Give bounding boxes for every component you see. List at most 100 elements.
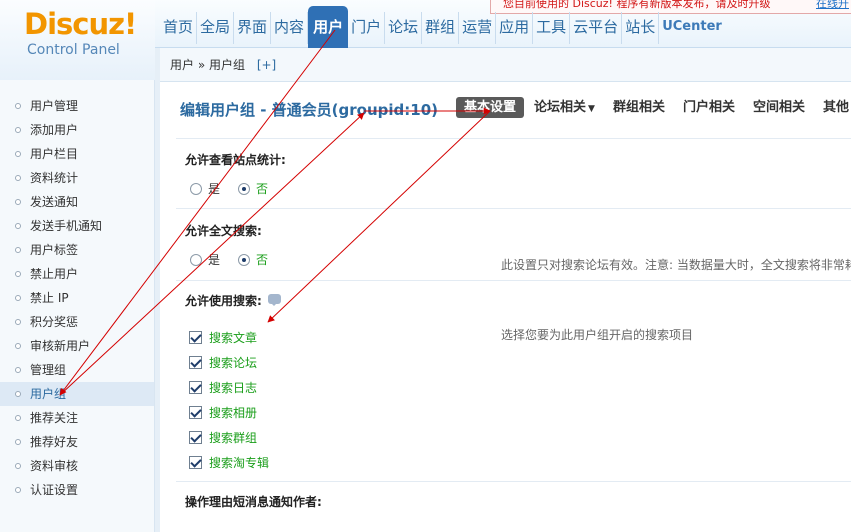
fulltext-yes-label[interactable]: 是 (208, 251, 220, 268)
sidebar-item-10[interactable]: 审核新用户 (0, 334, 154, 358)
sidebar-item-label: 资料审核 (30, 459, 79, 473)
sidebar-item-label: 禁止用户 (30, 267, 79, 281)
search-option-5: 搜索淘专辑 (189, 450, 269, 475)
sidebar-item-label: 发送通知 (30, 195, 79, 209)
section-divider (176, 138, 851, 139)
sidebar-item-4[interactable]: 发送通知 (0, 190, 154, 214)
tab-label: 基本设置 (464, 100, 517, 115)
search-option-3: 搜索相册 (189, 400, 269, 425)
sidebar-item-3[interactable]: 资料统计 (0, 166, 154, 190)
search-option-label[interactable]: 搜索日志 (209, 379, 257, 396)
sidebar-item-label: 用户标签 (30, 243, 79, 257)
search-option-0: 搜索文章 (189, 325, 269, 350)
bullet-icon (15, 223, 21, 229)
top-nav: 首页 全局 界面 内容 用户 门户 论坛 群组 运营 应用 工具 云平台 站长 UCenter (160, 6, 725, 48)
nav-item-5[interactable]: 门户 (348, 12, 386, 44)
bullet-icon (15, 103, 21, 109)
help-bubble-icon[interactable] (267, 294, 281, 306)
sidebar-item-12[interactable]: 用户组 (0, 382, 154, 406)
fulltext-yes-radio[interactable] (190, 253, 202, 266)
sidebar-item-1[interactable]: 添加用户 (0, 118, 154, 142)
sidebar-item-label: 用户管理 (30, 99, 79, 113)
bullet-icon (15, 271, 21, 277)
nav-item-4[interactable]: 用户 (308, 6, 349, 48)
search-option-label[interactable]: 搜索淘专辑 (209, 454, 269, 471)
sidebar: 用户管理添加用户 用户栏目 资料统计发送通知发送手机通知用户标签禁止用户禁止 IP 积… (0, 80, 155, 532)
section-divider (176, 280, 851, 281)
online-upgrade-link[interactable]: 在线升 (816, 0, 849, 10)
tab-label: 门户相关 (682, 100, 735, 115)
tab-3[interactable]: 门户相关 (675, 97, 743, 118)
bullet-icon (15, 391, 21, 397)
tab-label: 群组相关 (612, 100, 665, 115)
breadcrumb-path: 用户 » 用户组 (170, 58, 245, 72)
add-to-menu-button[interactable]: [+] (257, 58, 276, 72)
sidebar-item-label: 用户组 (30, 387, 67, 401)
tab-1[interactable]: 论坛相关 ▼ (526, 97, 603, 118)
search-option-label[interactable]: 搜索论坛 (209, 354, 257, 371)
caret-down-icon: ▼ (588, 104, 595, 114)
nav-item-3[interactable]: 内容 (271, 12, 309, 44)
nav-item-2[interactable]: 界面 (234, 12, 272, 44)
search-option-label[interactable]: 搜索文章 (209, 329, 257, 346)
search-option-checkbox[interactable] (189, 431, 202, 444)
tab-5[interactable]: 其他▼ (815, 97, 851, 118)
search-option-checkbox[interactable] (189, 406, 202, 419)
nav-item-13[interactable]: UCenter (659, 12, 725, 44)
tab-0[interactable]: 基本设置 (456, 97, 525, 118)
tab-label: 其他 (823, 100, 850, 115)
admin-page: Discuz! Control Panel 您目前使用的 Discuz! 程序有… (0, 0, 851, 532)
sidebar-item-2[interactable]: 用户栏目 (0, 142, 154, 166)
view-stats-yes-label[interactable]: 是 (208, 180, 220, 197)
nav-item-8[interactable]: 运营 (459, 12, 497, 44)
nav-item-0[interactable]: 首页 (160, 12, 198, 44)
bullet-icon (15, 199, 21, 205)
view-stats-title: 允许查看站点统计: (185, 153, 286, 167)
sidebar-item-13[interactable]: 推荐关注 (0, 406, 154, 430)
logo[interactable]: Discuz! Control Panel (0, 0, 155, 80)
sidebar-item-5[interactable]: 发送手机通知 (0, 214, 154, 238)
search-option-checkbox[interactable] (189, 356, 202, 369)
sidebar-menu: 用户管理添加用户 用户栏目 资料统计发送通知发送手机通知用户标签禁止用户禁止 IP 积… (0, 94, 154, 502)
search-option-checkbox[interactable] (189, 331, 202, 344)
search-option-checkbox[interactable] (189, 456, 202, 469)
bullet-icon (15, 247, 21, 253)
sidebar-item-7[interactable]: 禁止用户 (0, 262, 154, 286)
search-title-text: 允许使用搜索: (185, 294, 262, 308)
view-stats-yes-radio[interactable] (190, 182, 202, 195)
fulltext-no-radio[interactable] (238, 253, 251, 266)
fulltext-description: 此设置只对搜索论坛有效。注意: 当数据量大时，全文搜索将非常耗 (501, 258, 851, 272)
sidebar-item-label: 禁止 IP (30, 291, 69, 305)
notify-title: 操作理由短消息通知作者: (185, 495, 322, 509)
search-option-label[interactable]: 搜索相册 (209, 404, 257, 421)
sidebar-item-label: 积分奖惩 (30, 315, 79, 329)
view-stats-no-radio[interactable] (238, 182, 251, 195)
fulltext-no-label[interactable]: 否 (256, 251, 268, 268)
nav-item-6[interactable]: 论坛 (385, 12, 423, 44)
sidebar-item-16[interactable]: 认证设置 (0, 478, 154, 502)
sidebar-item-6[interactable]: 用户标签 (0, 238, 154, 262)
nav-item-1[interactable]: 全局 (197, 12, 235, 44)
search-option-checkbox[interactable] (189, 381, 202, 394)
tab-2[interactable]: 群组相关 (605, 97, 673, 118)
tab-label: 论坛相关 (534, 100, 587, 115)
sidebar-item-15[interactable]: 资料审核 (0, 454, 154, 478)
view-stats-no-label[interactable]: 否 (256, 180, 268, 197)
sidebar-item-11[interactable]: 管理组 (0, 358, 154, 382)
search-option-label[interactable]: 搜索群组 (209, 429, 257, 446)
nav-item-12[interactable]: 站长 (622, 12, 660, 44)
bullet-icon (15, 487, 21, 493)
sidebar-item-14[interactable]: 推荐好友 (0, 430, 154, 454)
nav-item-9[interactable]: 应用 (496, 12, 534, 44)
sidebar-item-0[interactable]: 用户管理 (0, 94, 154, 118)
view-stats-options: 是 否 (190, 180, 286, 197)
sidebar-item-9[interactable]: 积分奖惩 (0, 310, 154, 334)
nav-item-7[interactable]: 群组 (422, 12, 460, 44)
nav-item-10[interactable]: 工具 (533, 12, 571, 44)
bullet-icon (15, 127, 21, 133)
tab-4[interactable]: 空间相关 (745, 97, 813, 118)
nav-item-11[interactable]: 云平台 (570, 12, 623, 44)
bullet-icon (15, 319, 21, 325)
sidebar-item-8[interactable]: 禁止 IP (0, 286, 154, 310)
bullet-icon (15, 439, 21, 445)
